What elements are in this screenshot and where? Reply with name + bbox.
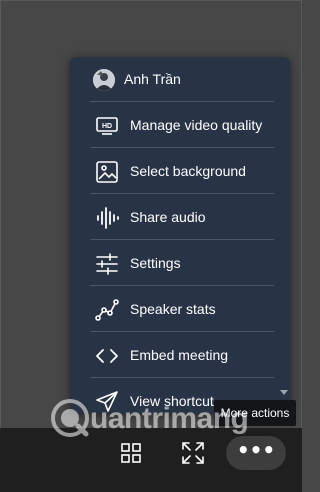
menu-item-label: Share audio (130, 209, 206, 225)
divider (90, 193, 274, 194)
tile-view-button[interactable] (116, 438, 146, 468)
divider (90, 377, 274, 378)
sliders-icon (94, 251, 120, 277)
menu-item-label: Manage video quality (130, 117, 263, 133)
svg-text:HD: HD (102, 123, 112, 130)
grid-icon (121, 443, 141, 463)
scroll-down-arrow-icon[interactable] (280, 390, 288, 395)
watermark-text: uantrimang (90, 402, 249, 435)
menu-item-label: Select background (130, 163, 246, 179)
more-actions-menu: Anh Trần HD Manage video quality Select … (70, 57, 290, 413)
avatar (93, 69, 115, 91)
menu-item-settings[interactable]: Settings (70, 241, 290, 287)
divider (90, 285, 274, 286)
menu-user-profile[interactable]: Anh Trần (70, 57, 290, 103)
watermark-logo-icon (51, 399, 89, 437)
menu-item-select-background[interactable]: Select background (70, 149, 290, 195)
audio-wave-icon (94, 205, 120, 231)
divider (90, 147, 274, 148)
fullscreen-button[interactable] (178, 438, 208, 468)
user-name: Anh Trần (124, 71, 181, 87)
menu-item-share-audio[interactable]: Share audio (70, 195, 290, 241)
hd-icon: HD (94, 113, 120, 139)
divider (90, 101, 274, 102)
image-icon (94, 159, 120, 185)
menu-item-speaker-stats[interactable]: Speaker stats (70, 287, 290, 333)
menu-item-embed-meeting[interactable]: Embed meeting (70, 333, 290, 379)
divider (90, 239, 274, 240)
more-actions-button[interactable]: ••• (226, 436, 286, 470)
menu-item-manage-video-quality[interactable]: HD Manage video quality (70, 103, 290, 149)
menu-item-label: Embed meeting (130, 347, 229, 363)
code-icon (94, 343, 120, 369)
stats-icon (94, 297, 120, 323)
menu-item-label: Settings (130, 255, 181, 271)
expand-icon (182, 442, 204, 464)
user-photo-icon (93, 69, 115, 91)
divider (90, 331, 274, 332)
menu-item-label: Speaker stats (130, 301, 216, 317)
